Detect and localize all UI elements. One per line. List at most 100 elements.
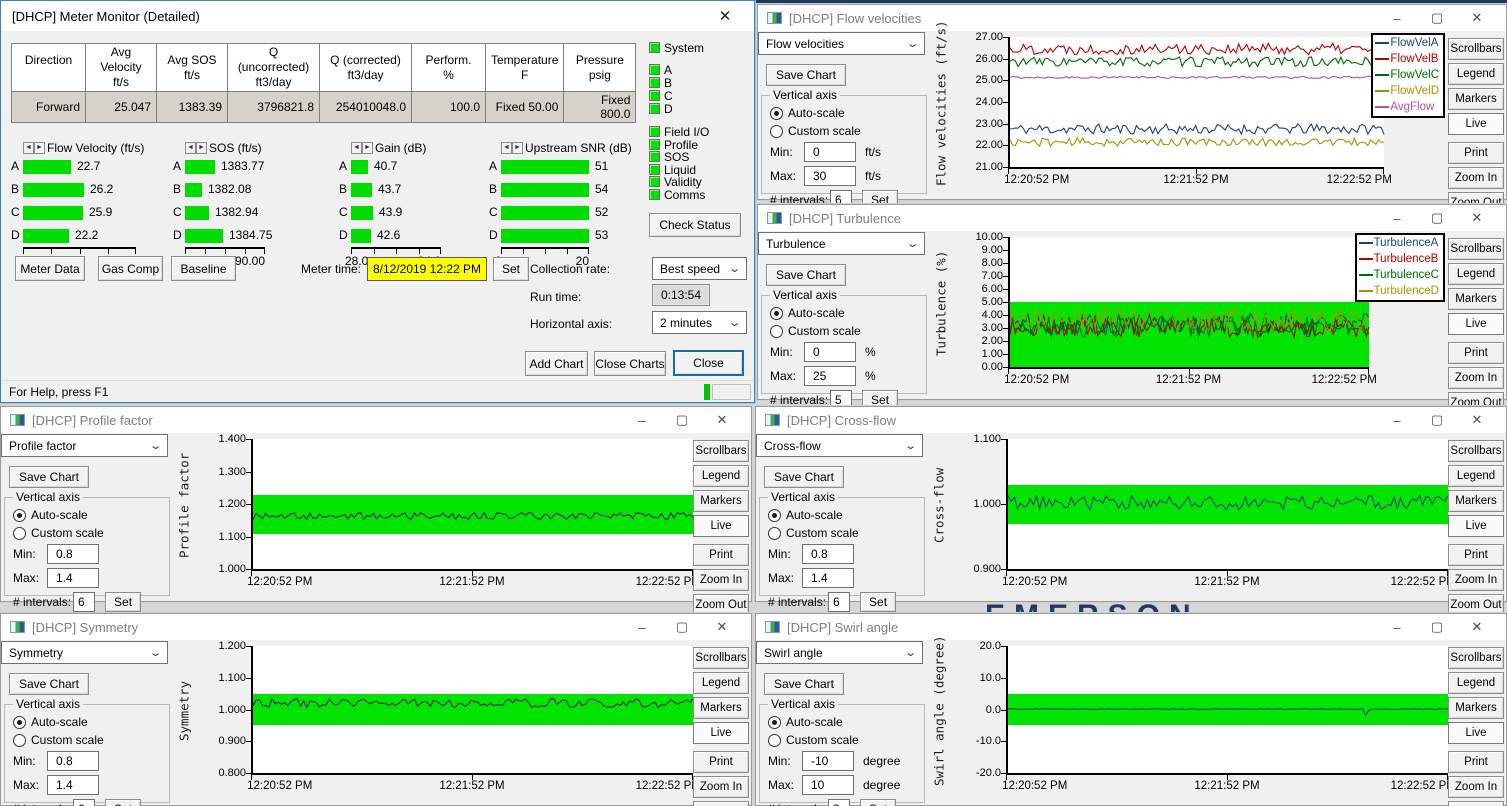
custom-scale-radio[interactable]: Custom scale xyxy=(768,733,924,747)
zoom-out-button[interactable]: Zoom Out xyxy=(1448,801,1504,806)
legend-button[interactable]: Legend xyxy=(1448,263,1504,285)
zoom-in-button[interactable]: Zoom In xyxy=(1448,167,1504,189)
print-button[interactable]: Print xyxy=(1448,544,1504,566)
arrow-right-icon[interactable]: ► xyxy=(196,142,207,154)
print-button[interactable]: Print xyxy=(1448,142,1504,164)
custom-scale-radio[interactable]: Custom scale xyxy=(13,526,169,540)
meter-time-set-button[interactable]: Set xyxy=(493,257,529,281)
intervals-input[interactable] xyxy=(828,592,850,612)
print-button[interactable]: Print xyxy=(1448,342,1504,364)
set-button[interactable]: Set xyxy=(860,799,896,806)
maximize-icon[interactable]: ▢ xyxy=(1417,210,1457,226)
legend-button[interactable]: Legend xyxy=(1448,672,1504,694)
auto-scale-radio[interactable]: Auto-scale xyxy=(768,508,924,522)
custom-scale-radio[interactable]: Custom scale xyxy=(770,124,926,138)
close-icon[interactable]: ✕ xyxy=(1457,619,1497,635)
chart-type-select[interactable]: Profile factor ⌄ xyxy=(1,434,168,457)
markers-button[interactable]: Markers xyxy=(693,490,749,512)
auto-scale-radio[interactable]: Auto-scale xyxy=(13,508,169,522)
live-button[interactable]: Live xyxy=(693,722,749,744)
scroll-spinner[interactable]: ◄► xyxy=(185,142,207,154)
minimize-icon[interactable]: – xyxy=(622,620,662,635)
scrollbars-button[interactable]: Scrollbars xyxy=(693,647,749,669)
max-input[interactable] xyxy=(804,166,856,186)
live-button[interactable]: Live xyxy=(693,515,749,537)
save-chart-button[interactable]: Save Chart xyxy=(9,466,89,488)
zoom-in-button[interactable]: Zoom In xyxy=(1448,569,1504,591)
titlebar[interactable]: [DHCP] Meter Monitor (Detailed) ✕ xyxy=(1,1,754,31)
set-button[interactable]: Set xyxy=(105,799,141,806)
custom-scale-radio[interactable]: Custom scale xyxy=(770,324,926,338)
maximize-icon[interactable]: ▢ xyxy=(1417,412,1457,428)
set-button[interactable]: Set xyxy=(105,592,141,612)
min-input[interactable] xyxy=(47,751,99,771)
min-input[interactable] xyxy=(804,142,856,162)
minimize-icon[interactable]: – xyxy=(1377,211,1417,226)
markers-button[interactable]: Markers xyxy=(1448,288,1504,310)
close-icon[interactable]: ✕ xyxy=(1457,210,1497,226)
min-input[interactable] xyxy=(802,751,854,771)
minimize-icon[interactable]: – xyxy=(622,413,662,428)
minimize-icon[interactable]: – xyxy=(1377,413,1417,428)
titlebar[interactable]: [DHCP] Turbulence – ▢ ✕ xyxy=(758,205,1506,231)
maximize-icon[interactable]: ▢ xyxy=(1417,10,1457,26)
arrow-left-icon[interactable]: ◄ xyxy=(351,142,362,154)
markers-button[interactable]: Markers xyxy=(693,697,749,719)
min-input[interactable] xyxy=(804,342,856,362)
legend-button[interactable]: Legend xyxy=(1448,465,1504,487)
chart-type-select[interactable]: Cross-flow ⌄ xyxy=(756,434,923,457)
close-icon[interactable]: ✕ xyxy=(702,619,742,635)
chart-type-select[interactable]: Symmetry ⌄ xyxy=(1,641,168,664)
scroll-spinner[interactable]: ◄► xyxy=(23,142,45,154)
max-input[interactable] xyxy=(802,775,854,795)
collection-rate-select[interactable]: Best speed⌄ xyxy=(652,257,747,280)
arrow-left-icon[interactable]: ◄ xyxy=(23,142,34,154)
max-input[interactable] xyxy=(47,775,99,795)
legend-button[interactable]: Legend xyxy=(693,465,749,487)
save-chart-button[interactable]: Save Chart xyxy=(766,64,846,86)
zoom-in-button[interactable]: Zoom In xyxy=(693,569,749,591)
zoom-in-button[interactable]: Zoom In xyxy=(1448,776,1504,798)
arrow-right-icon[interactable]: ► xyxy=(34,142,45,154)
live-button[interactable]: Live xyxy=(1448,113,1504,135)
maximize-icon[interactable]: ▢ xyxy=(1417,619,1457,635)
markers-button[interactable]: Markers xyxy=(1448,490,1504,512)
chart-type-select[interactable]: Flow velocities ⌄ xyxy=(758,32,925,55)
check-status-button[interactable]: Check Status xyxy=(649,213,741,237)
legend-button[interactable]: Legend xyxy=(693,672,749,694)
scrollbars-button[interactable]: Scrollbars xyxy=(1448,647,1504,669)
set-button[interactable]: Set xyxy=(860,592,896,612)
horizontal-axis-select[interactable]: 2 minutes⌄ xyxy=(652,311,747,334)
scrollbars-button[interactable]: Scrollbars xyxy=(1448,238,1504,260)
intervals-input[interactable] xyxy=(73,592,95,612)
max-input[interactable] xyxy=(802,568,854,588)
zoom-in-button[interactable]: Zoom In xyxy=(1448,367,1504,389)
meter-time-field[interactable]: 8/12/2019 12:22 PM xyxy=(367,257,487,281)
custom-scale-radio[interactable]: Custom scale xyxy=(768,526,924,540)
print-button[interactable]: Print xyxy=(693,544,749,566)
arrow-left-icon[interactable]: ◄ xyxy=(185,142,196,154)
save-chart-button[interactable]: Save Chart xyxy=(764,673,844,695)
live-button[interactable]: Live xyxy=(1448,313,1504,335)
arrow-left-icon[interactable]: ◄ xyxy=(501,142,512,154)
add-chart-button[interactable]: Add Chart xyxy=(525,351,588,376)
save-chart-button[interactable]: Save Chart xyxy=(9,673,89,695)
intervals-input[interactable] xyxy=(828,799,850,806)
chart-type-select[interactable]: Turbulence ⌄ xyxy=(758,232,925,255)
markers-button[interactable]: Markers xyxy=(1448,697,1504,719)
close-icon[interactable]: ✕ xyxy=(1457,10,1497,26)
close-button[interactable]: Close xyxy=(673,350,744,376)
zoom-in-button[interactable]: Zoom In xyxy=(693,776,749,798)
titlebar[interactable]: [DHCP] Flow velocities – ▢ ✕ xyxy=(758,5,1506,31)
custom-scale-radio[interactable]: Custom scale xyxy=(13,733,169,747)
minimize-icon[interactable]: – xyxy=(1377,11,1417,26)
max-input[interactable] xyxy=(47,568,99,588)
titlebar[interactable]: [DHCP] Profile factor – ▢ ✕ xyxy=(1,407,751,433)
maximize-icon[interactable]: ▢ xyxy=(662,412,702,428)
min-input[interactable] xyxy=(802,544,854,564)
scrollbars-button[interactable]: Scrollbars xyxy=(1448,440,1504,462)
baseline-button[interactable]: Baseline xyxy=(171,256,236,281)
min-input[interactable] xyxy=(47,544,99,564)
close-icon[interactable]: ✕ xyxy=(1457,412,1497,428)
save-chart-button[interactable]: Save Chart xyxy=(764,466,844,488)
